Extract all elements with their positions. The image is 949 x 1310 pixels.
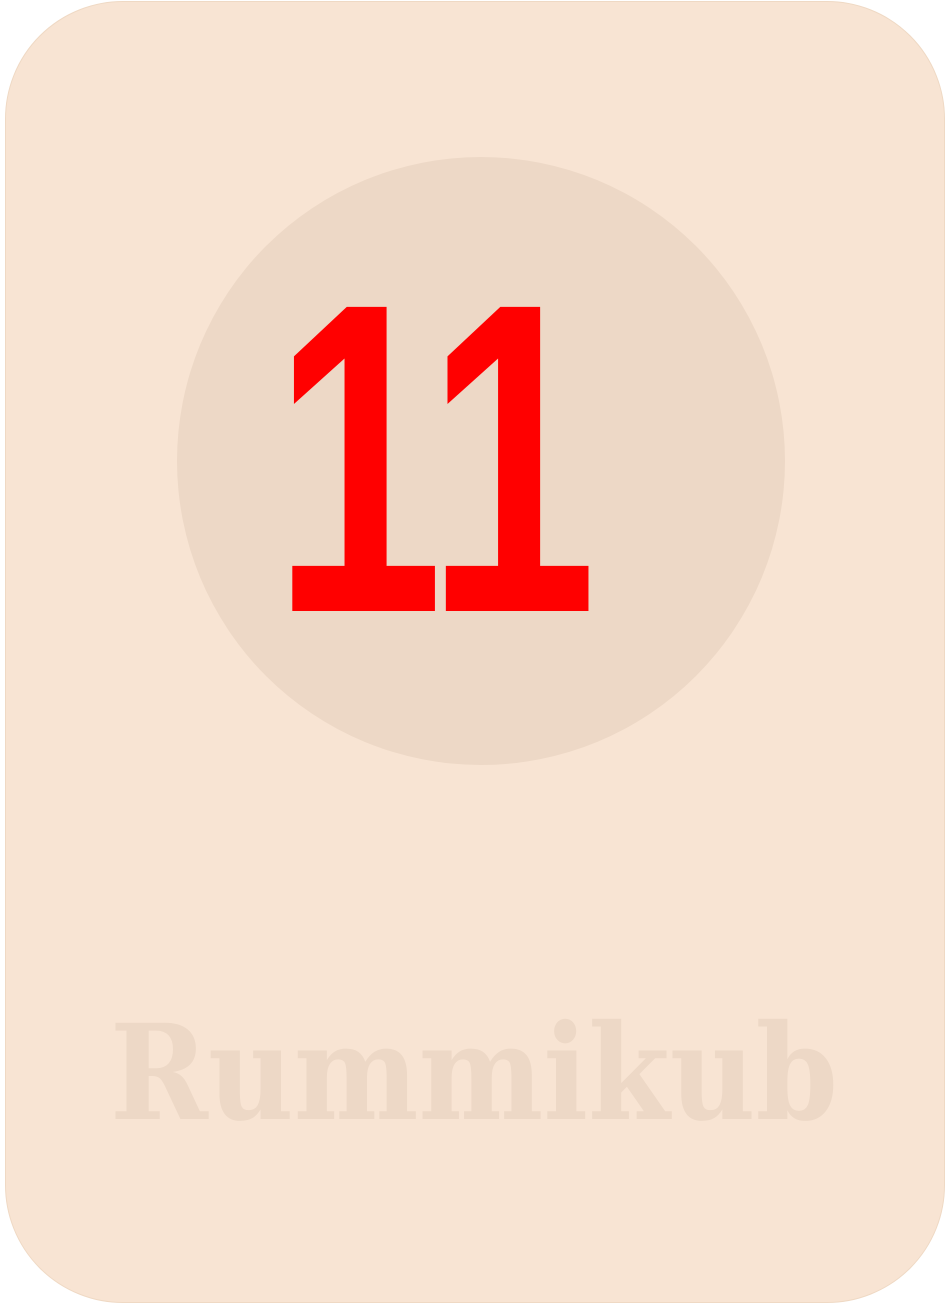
number-circle <box>177 157 785 765</box>
rummikub-tile[interactable] <box>5 1 945 1303</box>
